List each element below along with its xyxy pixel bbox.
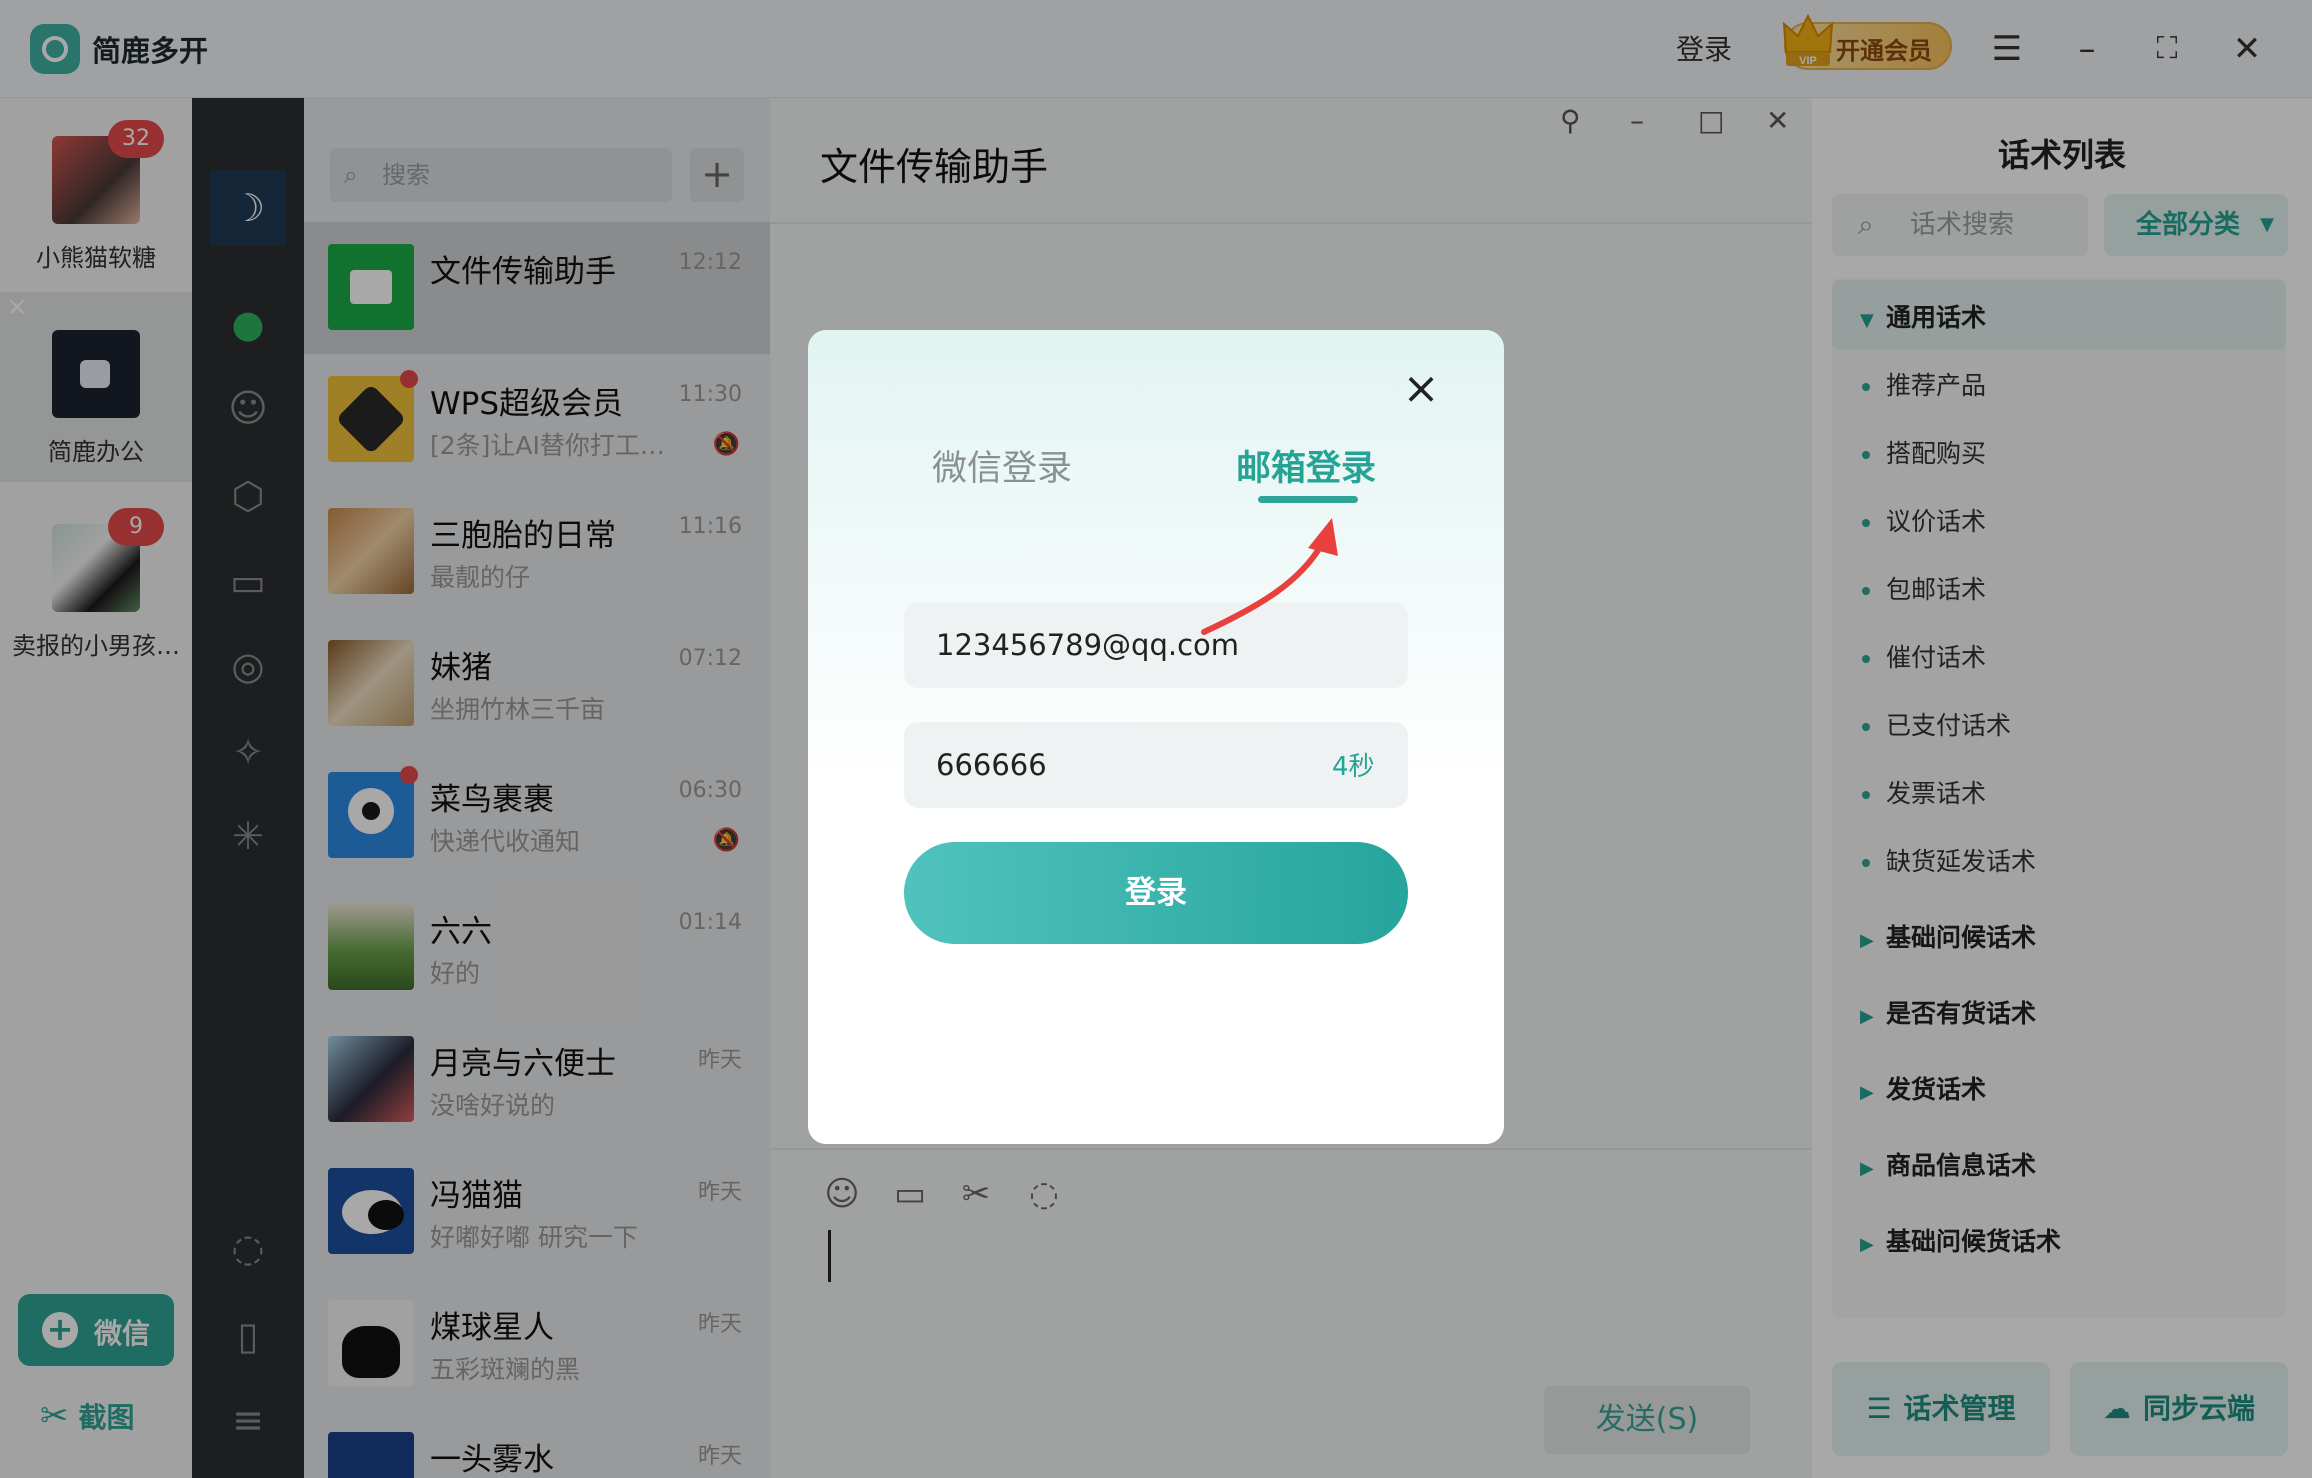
tab-wechat-login[interactable]: 微信登录 <box>932 440 1072 491</box>
annotation-arrow-icon <box>1201 518 1338 635</box>
modal-close-icon[interactable]: × <box>1396 364 1446 414</box>
login-button[interactable]: 登录 <box>904 842 1408 944</box>
tab-email-login[interactable]: 邮箱登录 <box>1236 440 1376 491</box>
code-countdown: 4秒 <box>1332 752 1375 782</box>
active-tab-indicator <box>1258 496 1358 503</box>
